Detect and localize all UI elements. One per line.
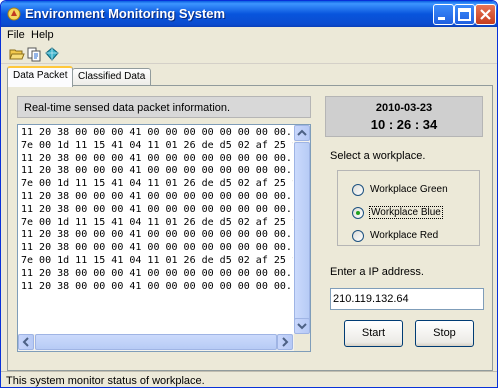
start-button[interactable]: Start bbox=[344, 320, 403, 347]
minimize-icon bbox=[438, 17, 445, 20]
info-text: Real-time sensed data packet information… bbox=[24, 102, 231, 114]
app-icon bbox=[7, 7, 21, 21]
list-item[interactable]: 11 20 38 00 00 00 41 00 00 00 00 00 00 0… bbox=[21, 242, 293, 255]
radio-label: Workplace Green bbox=[370, 184, 448, 195]
radio-label: Workplace Red bbox=[370, 230, 439, 241]
maximize-icon bbox=[458, 8, 471, 21]
horizontal-scrollbar[interactable] bbox=[18, 334, 294, 351]
workplace-radio-group: Workplace Green Workplace Blue Workplace… bbox=[337, 170, 480, 246]
status-text: This system monitor status of workplace. bbox=[6, 375, 205, 387]
radio-button[interactable] bbox=[352, 184, 364, 196]
maximize-button[interactable] bbox=[454, 4, 475, 25]
tab-label: Classified Data bbox=[78, 71, 146, 82]
info-banner: Real-time sensed data packet information… bbox=[17, 96, 311, 118]
stop-button[interactable]: Stop bbox=[415, 320, 474, 347]
ip-label: Enter a IP address. bbox=[330, 266, 424, 278]
clock-date: 2010-03-23 bbox=[375, 102, 433, 114]
chevron-right-icon bbox=[282, 337, 289, 347]
app-window: Environment Monitoring System File Help bbox=[0, 0, 498, 388]
close-icon bbox=[480, 9, 491, 20]
clock-display: 2010-03-23 10 : 26 : 34 bbox=[325, 96, 483, 137]
list-item[interactable]: 11 20 38 00 00 00 41 00 00 00 00 00 00 0… bbox=[21, 191, 293, 204]
copy-icon[interactable] bbox=[26, 46, 42, 62]
list-item[interactable]: 11 20 38 00 00 00 41 00 00 00 00 00 00 0… bbox=[21, 127, 293, 140]
horizontal-scroll-thumb[interactable] bbox=[35, 334, 277, 350]
data-packet-panel: Real-time sensed data packet information… bbox=[7, 85, 493, 371]
list-item[interactable]: 11 20 38 00 00 00 41 00 00 00 00 00 00 0… bbox=[21, 165, 293, 178]
radio-label: Workplace Blue bbox=[369, 206, 443, 219]
tab-strip: Data Packet Classified Data bbox=[1, 66, 497, 87]
window-title: Environment Monitoring System bbox=[25, 6, 226, 21]
scroll-left-button[interactable] bbox=[18, 334, 34, 350]
menu-file[interactable]: File bbox=[7, 29, 25, 41]
scroll-right-button[interactable] bbox=[277, 334, 293, 350]
list-item[interactable]: 7e 00 1d 11 15 41 04 11 01 26 de d5 02 a… bbox=[21, 178, 293, 191]
radio-button-selected[interactable] bbox=[352, 207, 364, 219]
list-item[interactable]: 11 20 38 00 00 00 41 00 00 00 00 00 00 0… bbox=[21, 204, 293, 217]
list-item[interactable]: 11 20 38 00 00 00 41 00 00 00 00 00 00 0… bbox=[21, 153, 293, 166]
gem-icon[interactable] bbox=[44, 46, 60, 62]
minimize-button[interactable] bbox=[433, 4, 454, 25]
vertical-scroll-thumb[interactable] bbox=[294, 142, 310, 328]
menu-help[interactable]: Help bbox=[31, 29, 54, 41]
list-item[interactable]: 7e 00 1d 11 15 41 04 11 01 26 de d5 02 a… bbox=[21, 140, 293, 153]
scroll-down-button[interactable] bbox=[294, 318, 310, 334]
ip-address-input[interactable] bbox=[330, 288, 484, 310]
packet-list[interactable]: 11 20 38 00 00 00 41 00 00 00 00 00 00 0… bbox=[17, 124, 311, 352]
clock-time: 10 : 26 : 34 bbox=[370, 117, 438, 132]
list-item[interactable]: 7e 00 1d 11 15 41 04 11 01 26 de d5 02 a… bbox=[21, 255, 293, 268]
chevron-up-icon bbox=[297, 129, 307, 136]
close-button[interactable] bbox=[475, 4, 496, 25]
workplace-label: Select a workplace. bbox=[330, 150, 426, 162]
toolbar bbox=[1, 44, 497, 64]
list-item[interactable]: 11 20 38 00 00 00 41 00 00 00 00 00 00 0… bbox=[21, 268, 293, 281]
chevron-down-icon bbox=[297, 323, 307, 330]
list-item[interactable]: 7e 00 1d 11 15 41 04 11 01 26 de d5 02 a… bbox=[21, 217, 293, 230]
scroll-corner bbox=[294, 334, 310, 351]
menu-bar: File Help bbox=[1, 27, 497, 44]
list-item[interactable]: 11 20 38 00 00 00 41 00 00 00 00 00 00 0… bbox=[21, 229, 293, 242]
tab-label: Data Packet bbox=[13, 70, 68, 81]
radio-button[interactable] bbox=[352, 230, 364, 242]
packet-rows: 11 20 38 00 00 00 41 00 00 00 00 00 00 0… bbox=[21, 127, 293, 293]
open-folder-icon[interactable] bbox=[9, 46, 25, 62]
tab-data-packet[interactable]: Data Packet bbox=[7, 66, 74, 87]
list-item[interactable]: 11 20 38 00 00 00 41 00 00 00 00 00 00 0… bbox=[21, 281, 293, 294]
vertical-scrollbar[interactable] bbox=[294, 125, 310, 334]
title-bar[interactable]: Environment Monitoring System bbox=[1, 1, 497, 27]
scroll-up-button[interactable] bbox=[294, 125, 310, 141]
tab-classified-data[interactable]: Classified Data bbox=[72, 68, 152, 86]
status-bar: This system monitor status of workplace. bbox=[1, 371, 497, 387]
chevron-left-icon bbox=[22, 337, 29, 347]
